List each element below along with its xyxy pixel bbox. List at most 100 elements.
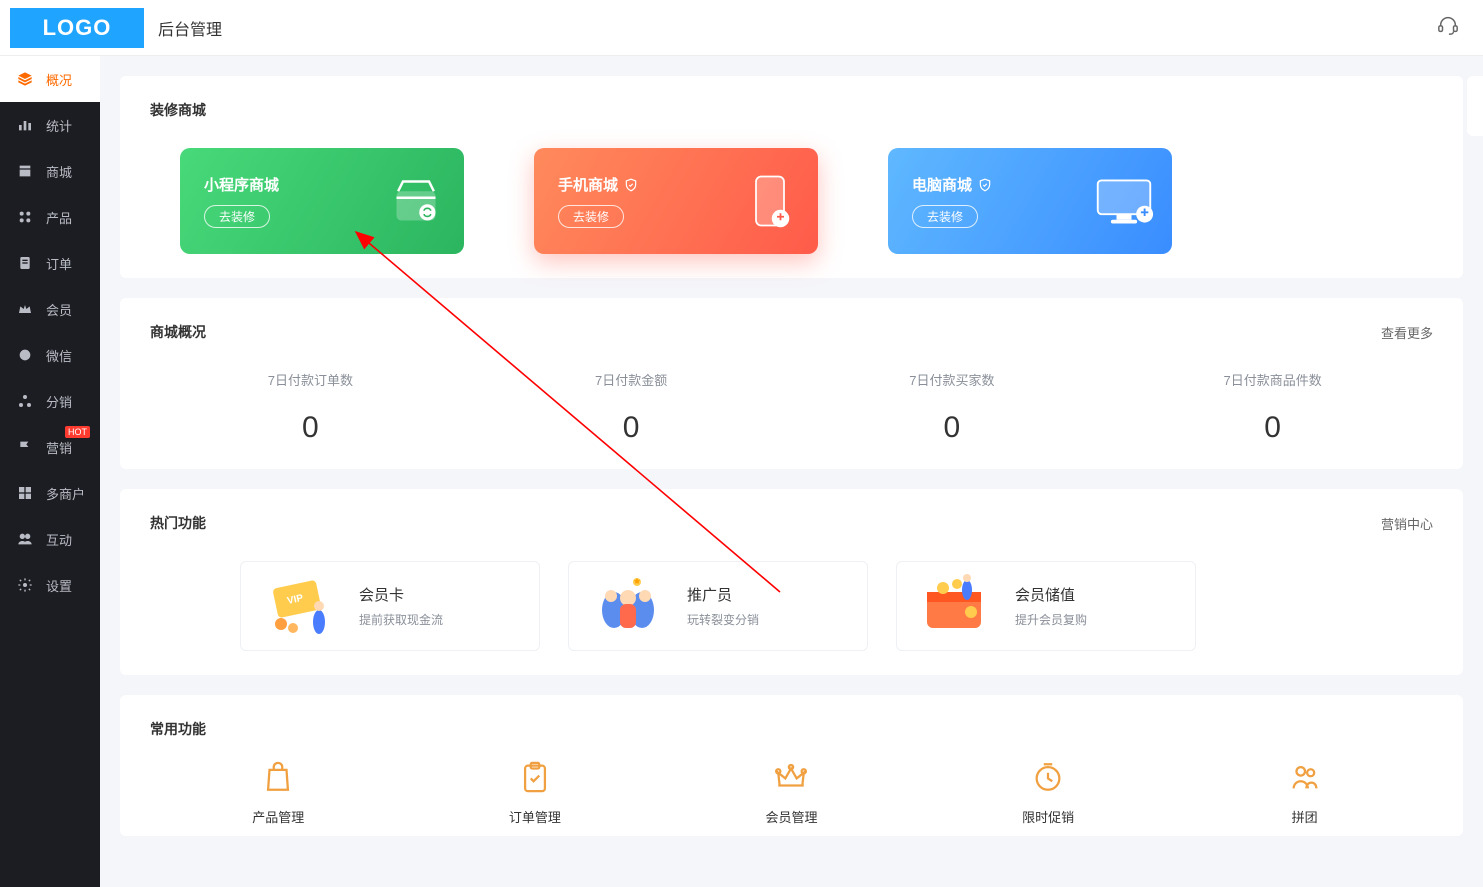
mobile-device-icon	[740, 171, 800, 231]
sidebar-item-label: 概况	[46, 70, 72, 89]
quick-item-label: 产品管理	[150, 807, 407, 826]
deco-card-miniprogram[interactable]: 小程序商城 去装修	[180, 148, 464, 254]
panel-decorate: 装修商城 小程序商城 去装修 手机商城 去装修	[120, 76, 1463, 278]
network-icon	[16, 392, 34, 410]
stat-value: 0	[471, 411, 792, 445]
stat-label: 7日付款金额	[471, 370, 792, 389]
hot-card-desc: 玩转裂变分销	[687, 611, 759, 628]
quick-item-label: 拼团	[1176, 807, 1433, 826]
stat-label: 7日付款订单数	[150, 370, 471, 389]
page-title: 后台管理	[158, 16, 222, 40]
quick-item-label: 限时促销	[920, 807, 1177, 826]
stat-value: 0	[150, 411, 471, 445]
sidebar-item-label: 设置	[46, 576, 72, 595]
shopping-bag-icon	[150, 757, 407, 797]
desktop-monitor-icon	[1094, 171, 1154, 231]
sidebar-item-label: 互动	[46, 530, 72, 549]
team-celebration-illustration-icon	[589, 574, 667, 638]
sidebar-item-marketing[interactable]: 营销 HOT	[0, 424, 100, 470]
quick-item-flashsale[interactable]: 限时促销	[920, 757, 1177, 826]
hot-card-desc: 提前获取现金流	[359, 611, 443, 628]
hot-card-title: 会员储值	[1015, 584, 1087, 605]
quick-item-order[interactable]: 订单管理	[407, 757, 664, 826]
sidebar-item-label: 产品	[46, 208, 72, 227]
hot-card-title: 会员卡	[359, 584, 443, 605]
deco-card-mobile[interactable]: 手机商城 去装修	[534, 148, 818, 254]
panel-overview: 商城概况 查看更多 7日付款订单数 0 7日付款金额 0 7日付款买家数 0 7…	[120, 298, 1463, 469]
miniprogram-store-icon	[386, 171, 446, 231]
deco-card-title: 电脑商城	[912, 174, 992, 195]
marketing-center-link[interactable]: 营销中心	[1381, 514, 1433, 533]
sidebar-item-multistore[interactable]: 多商户	[0, 470, 100, 516]
sidebar-item-interaction[interactable]: 互动	[0, 516, 100, 562]
deco-card-button[interactable]: 去装修	[912, 205, 978, 228]
sidebar-item-product[interactable]: 产品	[0, 194, 100, 240]
support-headset-icon[interactable]	[1437, 14, 1459, 41]
stat-items: 7日付款商品件数 0	[1112, 370, 1433, 445]
deco-card-button[interactable]: 去装修	[204, 205, 270, 228]
multistore-icon	[16, 484, 34, 502]
grid-icon	[16, 208, 34, 226]
sidebar-item-mall[interactable]: 商城	[0, 148, 100, 194]
sidebar-item-label: 会员	[46, 300, 72, 319]
group-people-icon	[1176, 757, 1433, 797]
main-content: 装修商城 小程序商城 去装修 手机商城 去装修	[100, 56, 1483, 887]
hot-badge: HOT	[65, 426, 90, 438]
sidebar-item-label: 微信	[46, 346, 72, 365]
crown-icon	[16, 300, 34, 318]
wechat-icon	[16, 346, 34, 364]
flag-icon	[16, 438, 34, 456]
clock-icon	[920, 757, 1177, 797]
quick-item-member[interactable]: 会员管理	[663, 757, 920, 826]
stat-buyers: 7日付款买家数 0	[792, 370, 1113, 445]
hot-card-promoter[interactable]: 推广员 玩转裂变分销	[568, 561, 868, 651]
sidebar-item-stats[interactable]: 统计	[0, 102, 100, 148]
right-peek-panel	[1467, 76, 1483, 136]
stat-label: 7日付款买家数	[792, 370, 1113, 389]
quick-item-product[interactable]: 产品管理	[150, 757, 407, 826]
hot-card-desc: 提升会员复购	[1015, 611, 1087, 628]
quick-item-label: 订单管理	[407, 807, 664, 826]
panel-title: 常用功能	[150, 719, 206, 739]
store-icon	[16, 162, 34, 180]
chart-bar-icon	[16, 116, 34, 134]
clipboard-check-icon	[407, 757, 664, 797]
hot-card-recharge[interactable]: 会员储值 提升会员复购	[896, 561, 1196, 651]
sidebar-item-label: 统计	[46, 116, 72, 135]
sidebar-item-order[interactable]: 订单	[0, 240, 100, 286]
logo[interactable]: LOGO	[10, 8, 144, 48]
panel-title: 商城概况	[150, 322, 206, 342]
sidebar-item-label: 商城	[46, 162, 72, 181]
stat-label: 7日付款商品件数	[1112, 370, 1433, 389]
sidebar-item-distribution[interactable]: 分销	[0, 378, 100, 424]
hot-card-membercard[interactable]: VIP 会员卡 提前获取现金流	[240, 561, 540, 651]
vip-card-illustration-icon: VIP	[261, 574, 339, 638]
deco-card-desktop[interactable]: 电脑商城 去装修	[888, 148, 1172, 254]
stat-value: 0	[792, 411, 1113, 445]
sidebar-item-overview[interactable]: 概况	[0, 56, 100, 102]
view-more-link[interactable]: 查看更多	[1381, 323, 1433, 342]
hot-card-title: 推广员	[687, 584, 759, 605]
gear-icon	[16, 576, 34, 594]
sidebar-item-settings[interactable]: 设置	[0, 562, 100, 608]
verified-shield-icon	[624, 178, 638, 192]
sidebar: 概况 统计 商城 产品 订单 会员 微信	[0, 56, 100, 887]
app-header: LOGO 后台管理	[0, 0, 1483, 56]
layers-icon	[16, 70, 34, 88]
deco-card-button[interactable]: 去装修	[558, 205, 624, 228]
crown-outline-icon	[663, 757, 920, 797]
deco-card-title: 小程序商城	[204, 174, 279, 195]
sidebar-item-label: 营销	[46, 438, 72, 457]
sidebar-item-label: 订单	[46, 254, 72, 273]
stat-orders: 7日付款订单数 0	[150, 370, 471, 445]
panel-quick: 常用功能 产品管理 订单管理 会员管理	[120, 695, 1463, 836]
sidebar-item-label: 分销	[46, 392, 72, 411]
wallet-coins-illustration-icon	[917, 574, 995, 638]
quick-item-groupbuy[interactable]: 拼团	[1176, 757, 1433, 826]
panel-title: 装修商城	[150, 100, 206, 120]
verified-shield-icon	[978, 178, 992, 192]
stat-amount: 7日付款金额 0	[471, 370, 792, 445]
sidebar-item-wechat[interactable]: 微信	[0, 332, 100, 378]
sidebar-item-label: 多商户	[46, 484, 85, 503]
sidebar-item-member[interactable]: 会员	[0, 286, 100, 332]
